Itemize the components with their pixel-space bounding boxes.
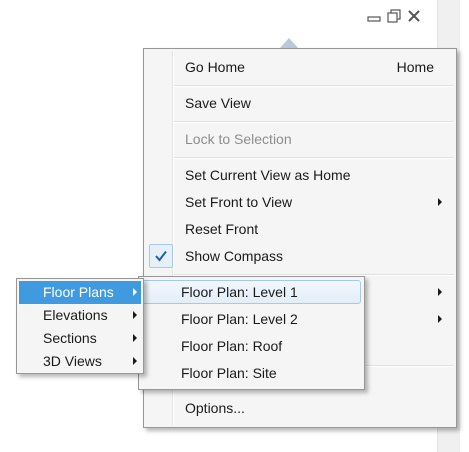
- menu-item-reset-front[interactable]: Reset Front: [146, 216, 454, 242]
- menu-item-lock-to-selection: Lock to Selection: [146, 126, 454, 152]
- menu-item-floor-plans[interactable]: Floor Plans: [19, 281, 141, 304]
- submenu-arrow-icon: [438, 198, 442, 206]
- menu-item-floor-plan-level-2[interactable]: Floor Plan: Level 2: [142, 307, 361, 331]
- menu-item-floor-plan-level-1[interactable]: Floor Plan: Level 1: [142, 280, 361, 304]
- menu-item-label: Set Current View as Home: [185, 167, 351, 183]
- menu-item-label: Floor Plan: Roof: [181, 338, 283, 354]
- viewport: Go Home Home Save View Lock to Selection…: [0, 0, 469, 452]
- menu-item-label: Elevations: [43, 307, 108, 323]
- menu-item-label: Floor Plan: Level 2: [181, 311, 298, 327]
- menu-item-label: 3D Views: [43, 353, 102, 369]
- menu-item-label: Floor Plan: Level 1: [181, 284, 298, 300]
- menu-item-label: Lock to Selection: [185, 131, 292, 147]
- submenu-arrow-icon: [133, 288, 137, 296]
- menu-item-options[interactable]: Options...: [146, 395, 454, 421]
- menu-item-go-home[interactable]: Go Home Home: [146, 54, 454, 80]
- window-controls: [366, 7, 422, 25]
- menu-item-label: Floor Plan: Site: [181, 365, 277, 381]
- menu-item-elevations[interactable]: Elevations: [19, 304, 141, 327]
- menu-item-label: Reset Front: [185, 221, 259, 237]
- menu-item-floor-plan-site[interactable]: Floor Plan: Site: [142, 361, 361, 385]
- menu-separator: [174, 157, 454, 159]
- submenu-arrow-icon: [438, 288, 442, 296]
- menu-item-label: Save View: [185, 95, 251, 111]
- menu-item-save-view[interactable]: Save View: [146, 90, 454, 116]
- menu-item-label: Show Compass: [185, 248, 284, 264]
- menu-separator: [174, 85, 454, 87]
- menu-item-3d-views[interactable]: 3D Views: [19, 350, 141, 373]
- submenu-arrow-icon: [133, 334, 137, 342]
- menu-item-show-compass[interactable]: Show Compass: [146, 243, 454, 269]
- menu-item-set-front-to-view[interactable]: Set Front to View: [146, 189, 454, 215]
- menu-item-shortcut: Home: [396, 59, 434, 75]
- submenu-arrow-icon: [438, 315, 442, 323]
- submenu-arrow-icon: [133, 357, 137, 365]
- restore-icon[interactable]: [386, 8, 402, 24]
- menu-item-sections[interactable]: Sections: [19, 327, 141, 350]
- submenu-arrow-icon: [133, 311, 137, 319]
- menu-item-label: Floor Plans: [43, 284, 114, 300]
- minimize-icon[interactable]: [366, 8, 382, 24]
- checkmark-icon: [149, 244, 173, 268]
- menu-separator: [174, 121, 454, 123]
- menu-item-label: Options...: [185, 400, 245, 416]
- floor-plans-submenu: Floor Plan: Level 1 Floor Plan: Level 2 …: [138, 276, 365, 390]
- menu-item-label: Sections: [43, 330, 97, 346]
- viewcube-triangle-icon[interactable]: [280, 38, 298, 48]
- menu-item-label: Go Home: [185, 59, 245, 75]
- menu-item-set-current-view-as-home[interactable]: Set Current View as Home: [146, 162, 454, 188]
- views-submenu: Floor Plans Elevations Sections 3D Views: [16, 278, 144, 374]
- close-icon[interactable]: [406, 8, 422, 24]
- menu-item-label: Set Front to View: [185, 194, 293, 210]
- menu-item-floor-plan-roof[interactable]: Floor Plan: Roof: [142, 334, 361, 358]
